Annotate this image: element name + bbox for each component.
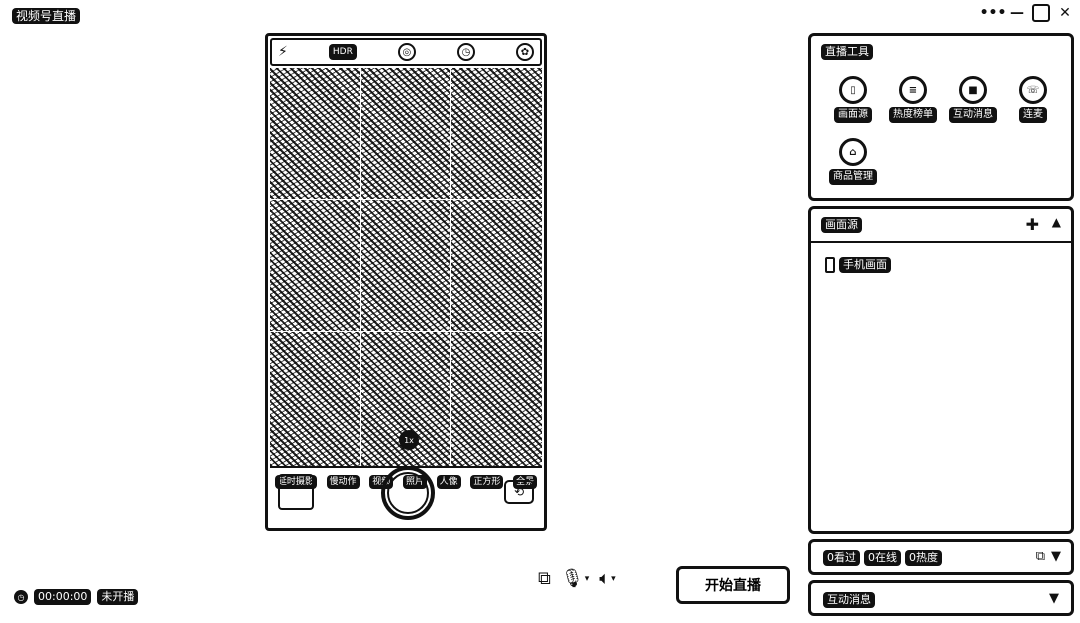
minimize-icon[interactable]: — — [1008, 4, 1026, 22]
tool-interaction-messages[interactable]: ■ 互动消息 — [945, 76, 1001, 123]
tool-video-source[interactable]: ▯ 画面源 — [825, 76, 881, 123]
chevron-down-icon[interactable]: ▾ — [611, 574, 616, 584]
messages-title: 互动消息 — [823, 592, 875, 608]
grid-line — [359, 68, 361, 466]
add-icon[interactable]: ✚ — [1026, 215, 1039, 234]
clock-icon: ◷ — [14, 590, 28, 604]
start-live-button[interactable]: 开始直播 — [676, 566, 790, 604]
grid-line — [449, 68, 451, 466]
phone-icon — [825, 257, 835, 273]
microphone-control[interactable]: 🎙︎ ▾ — [561, 568, 589, 589]
grid-line — [270, 199, 542, 201]
popout-icon[interactable]: ⧉ — [1036, 549, 1045, 564]
source-item-label: 手机画面 — [839, 257, 891, 273]
live-status: ◷ 00:00:00 未开播 — [14, 589, 139, 605]
speaker-icon: 🔈︎ — [599, 568, 611, 589]
more-icon[interactable]: ••• — [980, 4, 1007, 22]
stats-actions: ⧉ ▼ — [1036, 549, 1061, 564]
live-state: 未开播 — [97, 589, 139, 605]
tool-heat-ranking[interactable]: ≡ 热度榜单 — [885, 76, 941, 123]
microphone-icon: 🎙︎ — [560, 568, 584, 589]
window-controls: ••• — ✕ — [980, 4, 1074, 22]
shutter-inner — [387, 472, 429, 514]
watched-count: 0看过 — [823, 550, 860, 566]
online-count: 0在线 — [864, 550, 901, 566]
camera-viewfinder: 1x — [270, 68, 542, 468]
shopping-bag-icon: ⌂ — [839, 138, 867, 166]
source-item[interactable]: 手机画面 — [825, 257, 891, 273]
video-source-header: 画面源 ✚ ▲ — [811, 209, 1071, 243]
zoom-badge[interactable]: 1x — [399, 430, 419, 450]
tool-label: 画面源 — [834, 107, 872, 123]
live-tools-panel: 直播工具 ▯ 画面源 ≡ 热度榜单 ■ 互动消息 ☏ 连麦 ⌂ 商品管理 — [808, 33, 1074, 201]
video-source-panel: 画面源 ✚ ▲ 手机画面 — [808, 206, 1074, 534]
flash-icon[interactable]: ⚡ — [278, 44, 288, 60]
maximize-icon[interactable] — [1032, 4, 1050, 22]
shutter-button[interactable] — [381, 466, 435, 520]
message-icon: ■ — [959, 76, 987, 104]
messages-panel: 互动消息 ▼ — [808, 580, 1074, 616]
tool-label: 商品管理 — [829, 169, 877, 185]
tool-label: 热度榜单 — [889, 107, 937, 123]
chevron-down-icon[interactable]: ▼ — [1051, 549, 1061, 564]
live-timer: 00:00:00 — [34, 589, 92, 605]
speaker-control[interactable]: 🔈︎ ▾ — [599, 568, 615, 589]
filter-icon[interactable]: ✿ — [515, 43, 534, 61]
timer-icon[interactable]: ◷ — [456, 43, 475, 61]
close-icon[interactable]: ✕ — [1056, 4, 1074, 22]
mode-slowmo[interactable]: 慢动作 — [326, 475, 360, 489]
video-source-title: 画面源 — [821, 217, 862, 233]
hdr-button[interactable]: HDR — [328, 44, 357, 60]
stats-panel: 0看过 0在线 0热度 ⧉ ▼ — [808, 539, 1074, 575]
tool-co-host[interactable]: ☏ 连麦 — [1005, 76, 1061, 123]
gallery-thumbnail[interactable] — [278, 474, 314, 510]
video-source-icon: ▯ — [839, 76, 867, 104]
phone-preview: ⚡ HDR ◎ ◷ ✿ 1x 延时摄影 慢动作 视频 照片 人像 正方形 全景 … — [265, 33, 547, 531]
stats-row: 0看过 0在线 0热度 — [823, 550, 942, 566]
chevron-down-icon[interactable]: ▾ — [585, 574, 590, 584]
chevron-down-icon[interactable]: ▼ — [1049, 591, 1059, 606]
media-controls: ⧉ 🎙︎ ▾ 🔈︎ ▾ — [538, 568, 616, 589]
tool-label: 互动消息 — [949, 107, 997, 123]
camera-controls: ⟲ — [268, 466, 544, 528]
mode-portrait[interactable]: 人像 — [436, 475, 461, 489]
tool-product-management[interactable]: ⌂ 商品管理 — [825, 138, 881, 185]
live-tools-title: 直播工具 — [821, 44, 873, 60]
rotate-screen-icon[interactable]: ⧉ — [538, 568, 551, 589]
flip-camera-icon[interactable]: ⟲ — [504, 480, 534, 504]
camera-topbar: ⚡ HDR ◎ ◷ ✿ — [270, 38, 542, 66]
grid-line — [270, 330, 542, 332]
tool-label: 连麦 — [1019, 107, 1047, 123]
app-title: 视频号直播 — [12, 8, 81, 24]
phone-call-icon: ☏ — [1019, 76, 1047, 104]
heat-count: 0热度 — [905, 550, 942, 566]
list-icon: ≡ — [899, 76, 927, 104]
live-photo-icon[interactable]: ◎ — [397, 43, 416, 61]
chevron-up-icon[interactable]: ▲ — [1052, 215, 1061, 229]
mode-square[interactable]: 正方形 — [470, 475, 504, 489]
